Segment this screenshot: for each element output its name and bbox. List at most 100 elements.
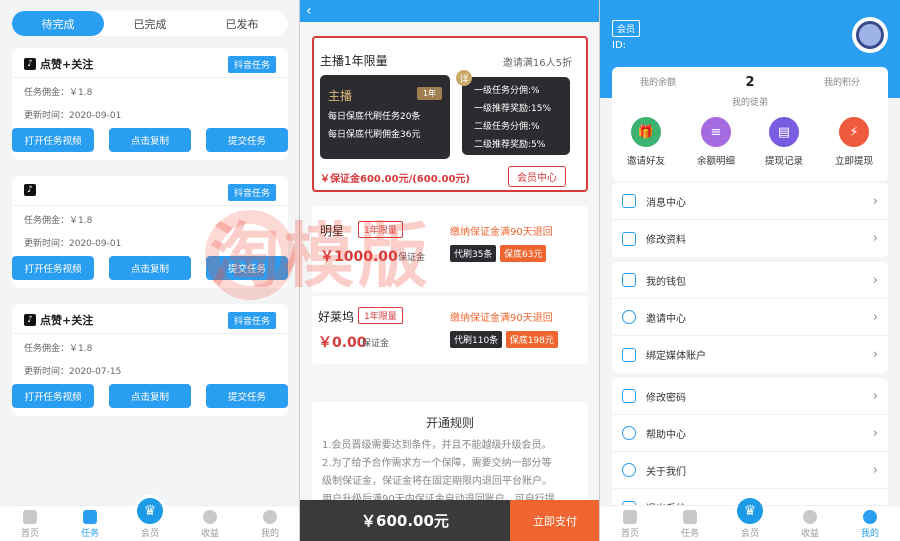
tiktok-icon: ♪ xyxy=(24,58,36,70)
invite-note: 邀请满16人5折 xyxy=(502,58,572,69)
tabbar-task[interactable]: 任务 xyxy=(660,506,720,541)
vip-card: 主播 1年 每日保底代刷任务20条 每日保底代刷佣金36元 xyxy=(320,75,450,159)
crown-icon: ♛ xyxy=(734,495,766,527)
member-center-button[interactable]: 会员中心 xyxy=(508,166,566,187)
menu-item-bind-media[interactable]: 绑定媒体账户 › xyxy=(612,336,888,373)
task-panel: 待完成 已完成 已发布 ♪ 点赞+关注 抖音任务 任务佣金：￥1.8 更新时间：2… xyxy=(0,0,300,541)
menu-item-messages[interactable]: 消息中心 › xyxy=(612,183,888,220)
menu-group: 消息中心 › 修改资料 › xyxy=(612,183,888,257)
submit-task-button[interactable]: 提交任务 xyxy=(206,256,288,280)
copy-button[interactable]: 点击复制 xyxy=(109,256,191,280)
chevron-right-icon: › xyxy=(872,425,878,441)
tabbar-mine[interactable]: 我的 xyxy=(840,506,900,541)
plan-chip: 保底198元 xyxy=(505,331,558,348)
withdraw-now-button[interactable]: ⚡ 立即提现 xyxy=(824,117,884,167)
tabbar-mine[interactable]: 我的 xyxy=(240,506,300,541)
copy-button[interactable]: 点击复制 xyxy=(109,128,191,152)
tab-published[interactable]: 已发布 xyxy=(196,11,288,36)
plan-title: 好莱坞 xyxy=(318,310,355,324)
open-video-button[interactable]: 打开任务视频 xyxy=(12,128,94,152)
back-icon[interactable]: ‹ xyxy=(306,3,312,19)
shield-icon xyxy=(622,347,636,362)
rule-line: 1.会员晋级需要达到条件，并且不能越级升级会员。 xyxy=(322,440,552,451)
tabbar-earnings[interactable]: 收益 xyxy=(180,506,240,541)
rules-title: 开通规则 xyxy=(425,416,474,430)
list-icon: ≡ xyxy=(701,117,731,147)
plan-title: 明星 xyxy=(320,224,345,238)
user-icon xyxy=(263,510,277,524)
tab-completed[interactable]: 已完成 xyxy=(104,11,196,36)
plan-tag: 1年限量 xyxy=(358,307,403,324)
submit-task-button[interactable]: 提交任务 xyxy=(206,128,288,152)
task-card: ♪ 点赞+关注 抖音任务 任务佣金：￥1.8 更新时间：2020-07-15 打开… xyxy=(12,304,288,416)
bottom-tabbar: 首页 任务 ♛ 会员 收益 我的 xyxy=(0,495,300,541)
task-commission: 任务佣金：￥1.8 xyxy=(24,344,93,354)
tabbar-task[interactable]: 任务 xyxy=(60,506,120,541)
avatar[interactable] xyxy=(852,17,888,53)
stats-card: 我的余额 2 我的徒弟 我的积分 🎁 邀请好友 ≡ 余额明细 ▤ 提现记录 ⚡ 立即提现 xyxy=(612,67,888,181)
tiktok-icon: ♪ xyxy=(24,184,36,196)
profile-panel: 会员 ID: 我的余额 2 我的徒弟 我的积分 🎁 邀请好友 ≡ 余额明细 ▤ 提现记… xyxy=(600,0,900,541)
tabbar-home[interactable]: 首页 xyxy=(0,506,60,541)
task-title: 点赞+关注 xyxy=(40,58,94,71)
platform-badge: 抖音任务 xyxy=(227,56,276,73)
invite-friends-button[interactable]: 🎁 邀请好友 xyxy=(616,117,676,167)
chevron-right-icon: › xyxy=(872,388,878,404)
plan-card[interactable]: 好莱坞 1年限量 ￥0.00 保证金 缴纳保证金满90天退回 代刷110条 保底… xyxy=(312,296,588,364)
detail-line: 二级推荐奖励:5% xyxy=(474,140,546,150)
rule-line: 2.为了给予合作需求方一个保障，需要交纳一部分等 xyxy=(322,458,552,469)
copy-button[interactable]: 点击复制 xyxy=(109,384,191,408)
pay-amount: ￥600.00元 xyxy=(300,500,510,541)
detail-tag[interactable]: 详 xyxy=(456,70,472,86)
plan-price-unit: 保证金 xyxy=(362,339,390,349)
menu-group: 我的钱包 › 邀请中心 › 绑定媒体账户 › xyxy=(612,262,888,373)
plan-price-unit: 保证金 xyxy=(398,253,426,263)
plan-chip: 保底63元 xyxy=(499,245,547,262)
info-icon xyxy=(622,463,636,477)
vip-card-line: 每日保底代刷佣金36元 xyxy=(328,130,421,140)
withdraw-records-button[interactable]: ▤ 提现记录 xyxy=(754,117,814,167)
menu-item-help[interactable]: 帮助中心 › xyxy=(612,415,888,452)
plan-price: ￥1000.00 xyxy=(320,249,398,265)
plan-note: 缴纳保证金满90天退回 xyxy=(450,313,553,324)
detail-line: 一级推荐奖励:15% xyxy=(474,104,552,114)
plan-card[interactable]: 明星 1年限量 ￥1000.00 保证金 缴纳保证金满90天退回 代刷35条 保… xyxy=(312,206,588,292)
chevron-right-icon: › xyxy=(872,462,878,478)
tabbar-earnings[interactable]: 收益 xyxy=(780,506,840,541)
pay-now-button[interactable]: 立即支付 xyxy=(510,500,600,541)
deposit-text: ￥保证金600.00元/(600.00元) xyxy=(320,174,470,185)
rule-line: 级制保证金，保证金将在固定期限内退回平台账户。 xyxy=(322,476,552,487)
tab-pending[interactable]: 待完成 xyxy=(12,11,104,36)
heart-icon xyxy=(622,310,636,324)
user-id: ID: xyxy=(612,40,627,51)
tabbar-member[interactable]: ♛ 会员 xyxy=(720,495,780,541)
chevron-right-icon: › xyxy=(872,309,878,325)
menu-item-change-password[interactable]: 修改密码 › xyxy=(612,378,888,415)
user-icon xyxy=(863,510,877,524)
menu-item-about[interactable]: 关于我们 › xyxy=(612,452,888,489)
menu-item-edit-profile[interactable]: 修改资料 › xyxy=(612,220,888,257)
plan-tag: 1年限量 xyxy=(358,221,403,238)
lightning-icon: ⚡ xyxy=(839,117,869,147)
task-icon xyxy=(683,510,697,524)
detail-card: 一级任务分佣:% 一级推荐奖励:15% 二级任务分佣:% 二级推荐奖励:5% xyxy=(462,77,570,155)
open-video-button[interactable]: 打开任务视频 xyxy=(12,384,94,408)
vip-card-line: 每日保底代刷任务20条 xyxy=(328,112,421,122)
disciples-label: 我的徒弟 xyxy=(731,98,768,108)
plan-chip: 代刷110条 xyxy=(450,331,503,348)
compass-icon xyxy=(803,510,817,524)
tabbar-home[interactable]: 首页 xyxy=(600,506,660,541)
open-video-button[interactable]: 打开任务视频 xyxy=(12,256,94,280)
vip-card-year: 1年 xyxy=(416,87,442,100)
tabbar-member[interactable]: ♛ 会员 xyxy=(120,495,180,541)
chevron-right-icon: › xyxy=(872,231,878,246)
crown-icon: ♛ xyxy=(134,495,166,527)
membership-panel: ‹ 主播1年限量 邀请满16人5折 主播 1年 每日保底代刷任务20条 每日保底… xyxy=(300,0,600,541)
menu-item-wallet[interactable]: 我的钱包 › xyxy=(612,262,888,299)
plan-card-selected[interactable]: 主播1年限量 邀请满16人5折 主播 1年 每日保底代刷任务20条 每日保底代刷… xyxy=(312,36,588,192)
submit-task-button[interactable]: 提交任务 xyxy=(206,384,288,408)
detail-line: 二级任务分佣:% xyxy=(474,122,540,132)
chevron-right-icon: › xyxy=(872,347,878,362)
menu-item-invite-center[interactable]: 邀请中心 › xyxy=(612,299,888,336)
balance-detail-button[interactable]: ≡ 余额明细 xyxy=(686,117,746,167)
